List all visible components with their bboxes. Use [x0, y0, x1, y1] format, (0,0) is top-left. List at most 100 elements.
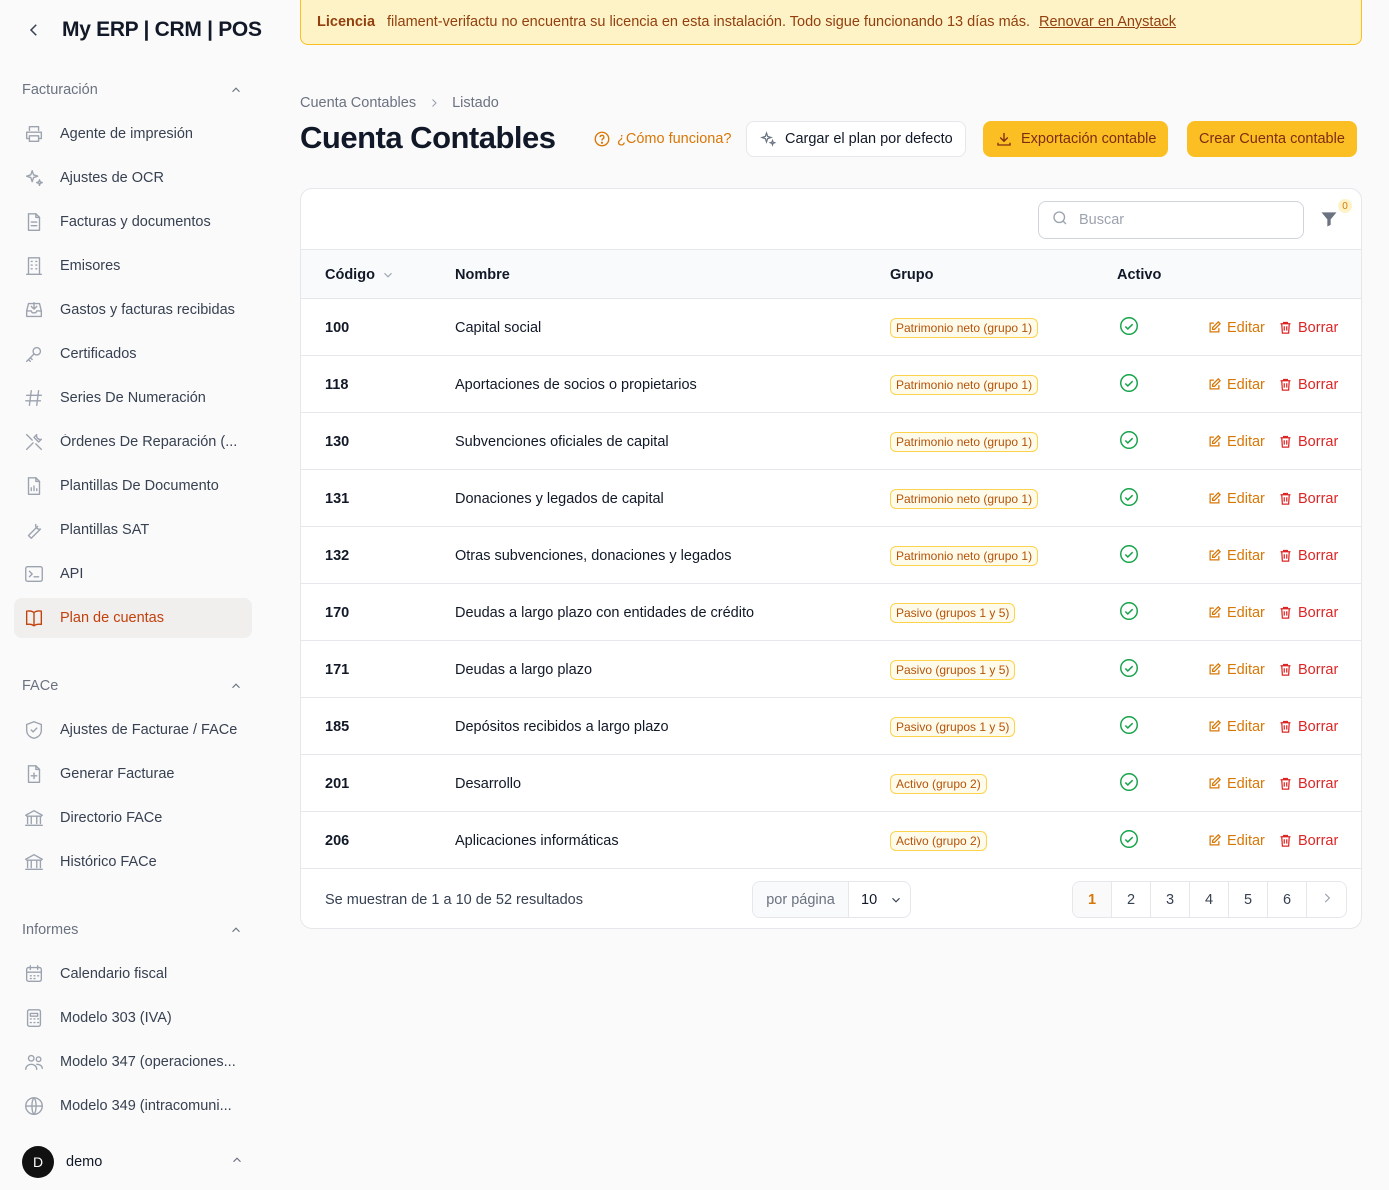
cell-active	[1118, 527, 1140, 584]
per-page-value-select[interactable]: 10	[849, 882, 910, 917]
sidebar-item[interactable]: API	[14, 554, 252, 594]
cell-active	[1118, 755, 1140, 812]
edit-button[interactable]: Editar	[1207, 299, 1265, 356]
table-row[interactable]: 132 Otras subvenciones, donaciones y lega…	[301, 527, 1361, 584]
sidebar-item-label: Ajustes de OCR	[60, 170, 164, 186]
per-page-select[interactable]: por página 10	[752, 881, 911, 918]
table-row[interactable]: 206 Aplicaciones informáticas Activo (grup…	[301, 812, 1361, 869]
edit-button[interactable]: Editar	[1207, 470, 1265, 527]
table-row[interactable]: 171 Deudas a largo plazo Pasivo (grupos 1 …	[301, 641, 1361, 698]
search-input[interactable]	[1079, 212, 1279, 228]
group-badge: Activo (grupo 2)	[890, 830, 987, 851]
chevron-down-icon	[381, 268, 395, 282]
breadcrumb-item[interactable]: Cuenta Contables	[300, 95, 416, 111]
table-row[interactable]: 201 Desarrollo Activo (grupo 2) Editar Borra…	[301, 755, 1361, 812]
edit-button[interactable]: Editar	[1207, 755, 1265, 812]
edit-button[interactable]: Editar	[1207, 812, 1265, 869]
sidebar-item[interactable]: Emisores	[14, 246, 252, 286]
edit-label: Editar	[1227, 775, 1265, 792]
chevron-right-icon	[428, 97, 440, 109]
sidebar-item-label: Generar Facturae	[60, 766, 175, 782]
page-button[interactable]: 5	[1229, 882, 1268, 917]
sparkles-icon	[22, 166, 46, 190]
delete-button[interactable]: Borrar	[1278, 527, 1338, 584]
sidebar-item[interactable]: Histórico FACe	[14, 842, 252, 882]
breadcrumb: Cuenta Contables Listado	[300, 94, 499, 112]
sparkles-icon	[759, 130, 777, 148]
table-row[interactable]: 130 Subvenciones oficiales de capital Patr…	[301, 413, 1361, 470]
sidebar-item[interactable]: Plantillas SAT	[14, 510, 252, 550]
page-button[interactable]: 1	[1073, 882, 1112, 917]
pencil-square-icon	[1207, 719, 1222, 734]
delete-button[interactable]: Borrar	[1278, 812, 1338, 869]
sidebar-item[interactable]: Modelo 347 (operaciones...	[14, 1042, 252, 1082]
table-row[interactable]: 100 Capital social Patrimonio neto (grupo …	[301, 299, 1361, 356]
sidebar-item[interactable]: Agente de impresión	[14, 114, 252, 154]
pagination: 123456	[1072, 881, 1347, 918]
delete-button[interactable]: Borrar	[1278, 755, 1338, 812]
edit-button[interactable]: Editar	[1207, 584, 1265, 641]
edit-button[interactable]: Editar	[1207, 698, 1265, 755]
delete-button[interactable]: Borrar	[1278, 584, 1338, 641]
key-icon	[22, 342, 46, 366]
user-menu[interactable]: D demo	[22, 1146, 244, 1178]
per-page-label: por página	[753, 882, 849, 917]
filter-button[interactable]: 0	[1319, 199, 1352, 233]
sidebar-item[interactable]: Ajustes de OCR	[14, 158, 252, 198]
check-circle-icon	[1118, 543, 1140, 569]
check-circle-icon	[1118, 486, 1140, 512]
create-account-button[interactable]: Crear Cuenta contable	[1187, 121, 1357, 157]
book-open-icon	[22, 606, 46, 630]
sidebar-item[interactable]: Gastos y facturas recibidas	[14, 290, 252, 330]
load-default-plan-button[interactable]: Cargar el plan por defecto	[746, 121, 966, 157]
sidebar-item[interactable]: Modelo 349 (intracomuni...	[14, 1086, 252, 1126]
table-row[interactable]: 170 Deudas a largo plazo con entidades de…	[301, 584, 1361, 641]
delete-button[interactable]: Borrar	[1278, 641, 1338, 698]
renew-link[interactable]: Renovar en Anystack	[1039, 14, 1176, 30]
delete-button[interactable]: Borrar	[1278, 413, 1338, 470]
column-code[interactable]: Código	[325, 250, 395, 299]
edit-button[interactable]: Editar	[1207, 641, 1265, 698]
cell-name: Depósitos recibidos a largo plazo	[455, 718, 669, 735]
delete-button[interactable]: Borrar	[1278, 356, 1338, 413]
cell-name: Capital social	[455, 319, 542, 336]
sidebar-item[interactable]: Plan de cuentas	[14, 598, 252, 638]
cell-group: Patrimonio neto (grupo 1)	[890, 413, 1039, 470]
sidebar-item[interactable]: Directorio FACe	[14, 798, 252, 838]
edit-button[interactable]: Editar	[1207, 356, 1265, 413]
sidebar-item[interactable]: Plantillas De Documento	[14, 466, 252, 506]
sidebar-item[interactable]: Facturas y documentos	[14, 202, 252, 242]
check-circle-icon	[1118, 429, 1140, 455]
chevron-left-icon[interactable]	[22, 18, 46, 42]
sidebar-group-header[interactable]: Informes	[22, 918, 244, 942]
sidebar-group-header[interactable]: FACe	[22, 674, 244, 698]
sidebar-item[interactable]: Certificados	[14, 334, 252, 374]
export-button[interactable]: Exportación contable	[983, 121, 1169, 157]
edit-button[interactable]: Editar	[1207, 413, 1265, 470]
per-page-value: 10	[861, 891, 878, 908]
table-row[interactable]: 118 Aportaciones de socios o propietarios…	[301, 356, 1361, 413]
page-button[interactable]: 3	[1151, 882, 1190, 917]
sidebar-item[interactable]: Generar Facturae	[14, 754, 252, 794]
page-button[interactable]: 4	[1190, 882, 1229, 917]
delete-button[interactable]: Borrar	[1278, 698, 1338, 755]
sidebar-item[interactable]: Calendario fiscal	[14, 954, 252, 994]
help-button[interactable]: ¿Cómo funciona?	[593, 121, 731, 157]
edit-label: Editar	[1227, 490, 1265, 507]
check-circle-icon	[1118, 771, 1140, 797]
sidebar-item[interactable]: Modelo 303 (IVA)	[14, 998, 252, 1038]
funnel-icon	[1319, 212, 1339, 233]
edit-button[interactable]: Editar	[1207, 527, 1265, 584]
sidebar-group-header[interactable]: Facturación	[22, 78, 244, 102]
search-field[interactable]	[1038, 201, 1304, 239]
page-button[interactable]: 2	[1112, 882, 1151, 917]
sidebar-item[interactable]: Ajustes de Facturae / FACe	[14, 710, 252, 750]
table-row[interactable]: 185 Depósitos recibidos a largo plazo Pasi…	[301, 698, 1361, 755]
sidebar-item[interactable]: Órdenes De Reparación (...	[14, 422, 252, 462]
page-button[interactable]: 6	[1268, 882, 1307, 917]
next-page-button[interactable]	[1307, 882, 1346, 917]
table-row[interactable]: 131 Donaciones y legados de capital Patrim…	[301, 470, 1361, 527]
sidebar-item[interactable]: Series De Numeración	[14, 378, 252, 418]
delete-button[interactable]: Borrar	[1278, 299, 1338, 356]
delete-button[interactable]: Borrar	[1278, 470, 1338, 527]
